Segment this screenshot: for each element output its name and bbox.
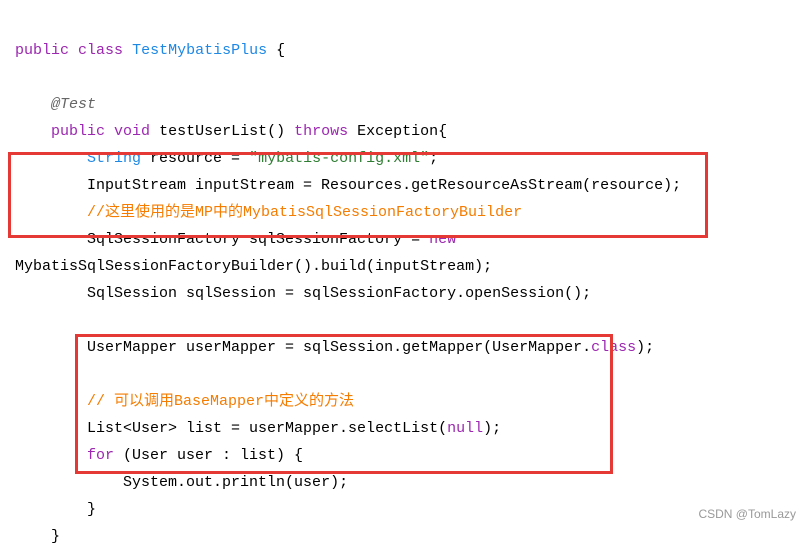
keyword-void: void bbox=[114, 123, 150, 140]
keyword-public: public bbox=[51, 123, 105, 140]
code-line: SqlSessionFactory sqlSessionFactory = bbox=[87, 231, 429, 248]
code-line: ); bbox=[636, 339, 654, 356]
code-line: SqlSession sqlSession = sqlSessionFactor… bbox=[87, 285, 591, 302]
code-line: MybatisSqlSessionFactoryBuilder().build(… bbox=[15, 258, 492, 275]
comment: // 可以调用BaseMapper中定义的方法 bbox=[87, 393, 354, 410]
code-line: ); bbox=[483, 420, 501, 437]
class-name: TestMybatisPlus bbox=[132, 42, 267, 59]
keyword-new: new bbox=[429, 231, 456, 248]
watermark: CSDN @TomLazy bbox=[698, 504, 796, 526]
type-string: String bbox=[87, 150, 141, 167]
keyword-public: public bbox=[15, 42, 69, 59]
code-line: System.out.println(user); bbox=[123, 474, 348, 491]
exception: Exception{ bbox=[348, 123, 447, 140]
brace: } bbox=[87, 501, 96, 518]
code-line: List<User> list = userMapper.selectList( bbox=[87, 420, 447, 437]
comment: //这里使用的是MP中的MybatisSqlSessionFactoryBuil… bbox=[87, 204, 522, 221]
keyword-class: class bbox=[591, 339, 636, 356]
code-block: public class TestMybatisPlus { @Test pub… bbox=[15, 10, 796, 550]
code-line: (User user : list) { bbox=[114, 447, 303, 464]
var-decl: resource = bbox=[141, 150, 249, 167]
keyword-throws: throws bbox=[294, 123, 348, 140]
semicolon: ; bbox=[429, 150, 438, 167]
string-literal: "mybatis-config.xml" bbox=[249, 150, 429, 167]
brace: { bbox=[267, 42, 285, 59]
keyword-class: class bbox=[78, 42, 123, 59]
code-line: UserMapper userMapper = sqlSession.getMa… bbox=[87, 339, 591, 356]
code-line: InputStream inputStream = Resources.getR… bbox=[87, 177, 681, 194]
method-name: testUserList() bbox=[150, 123, 294, 140]
keyword-null: null bbox=[447, 420, 483, 437]
keyword-for: for bbox=[87, 447, 114, 464]
annotation-test: @Test bbox=[51, 96, 96, 113]
